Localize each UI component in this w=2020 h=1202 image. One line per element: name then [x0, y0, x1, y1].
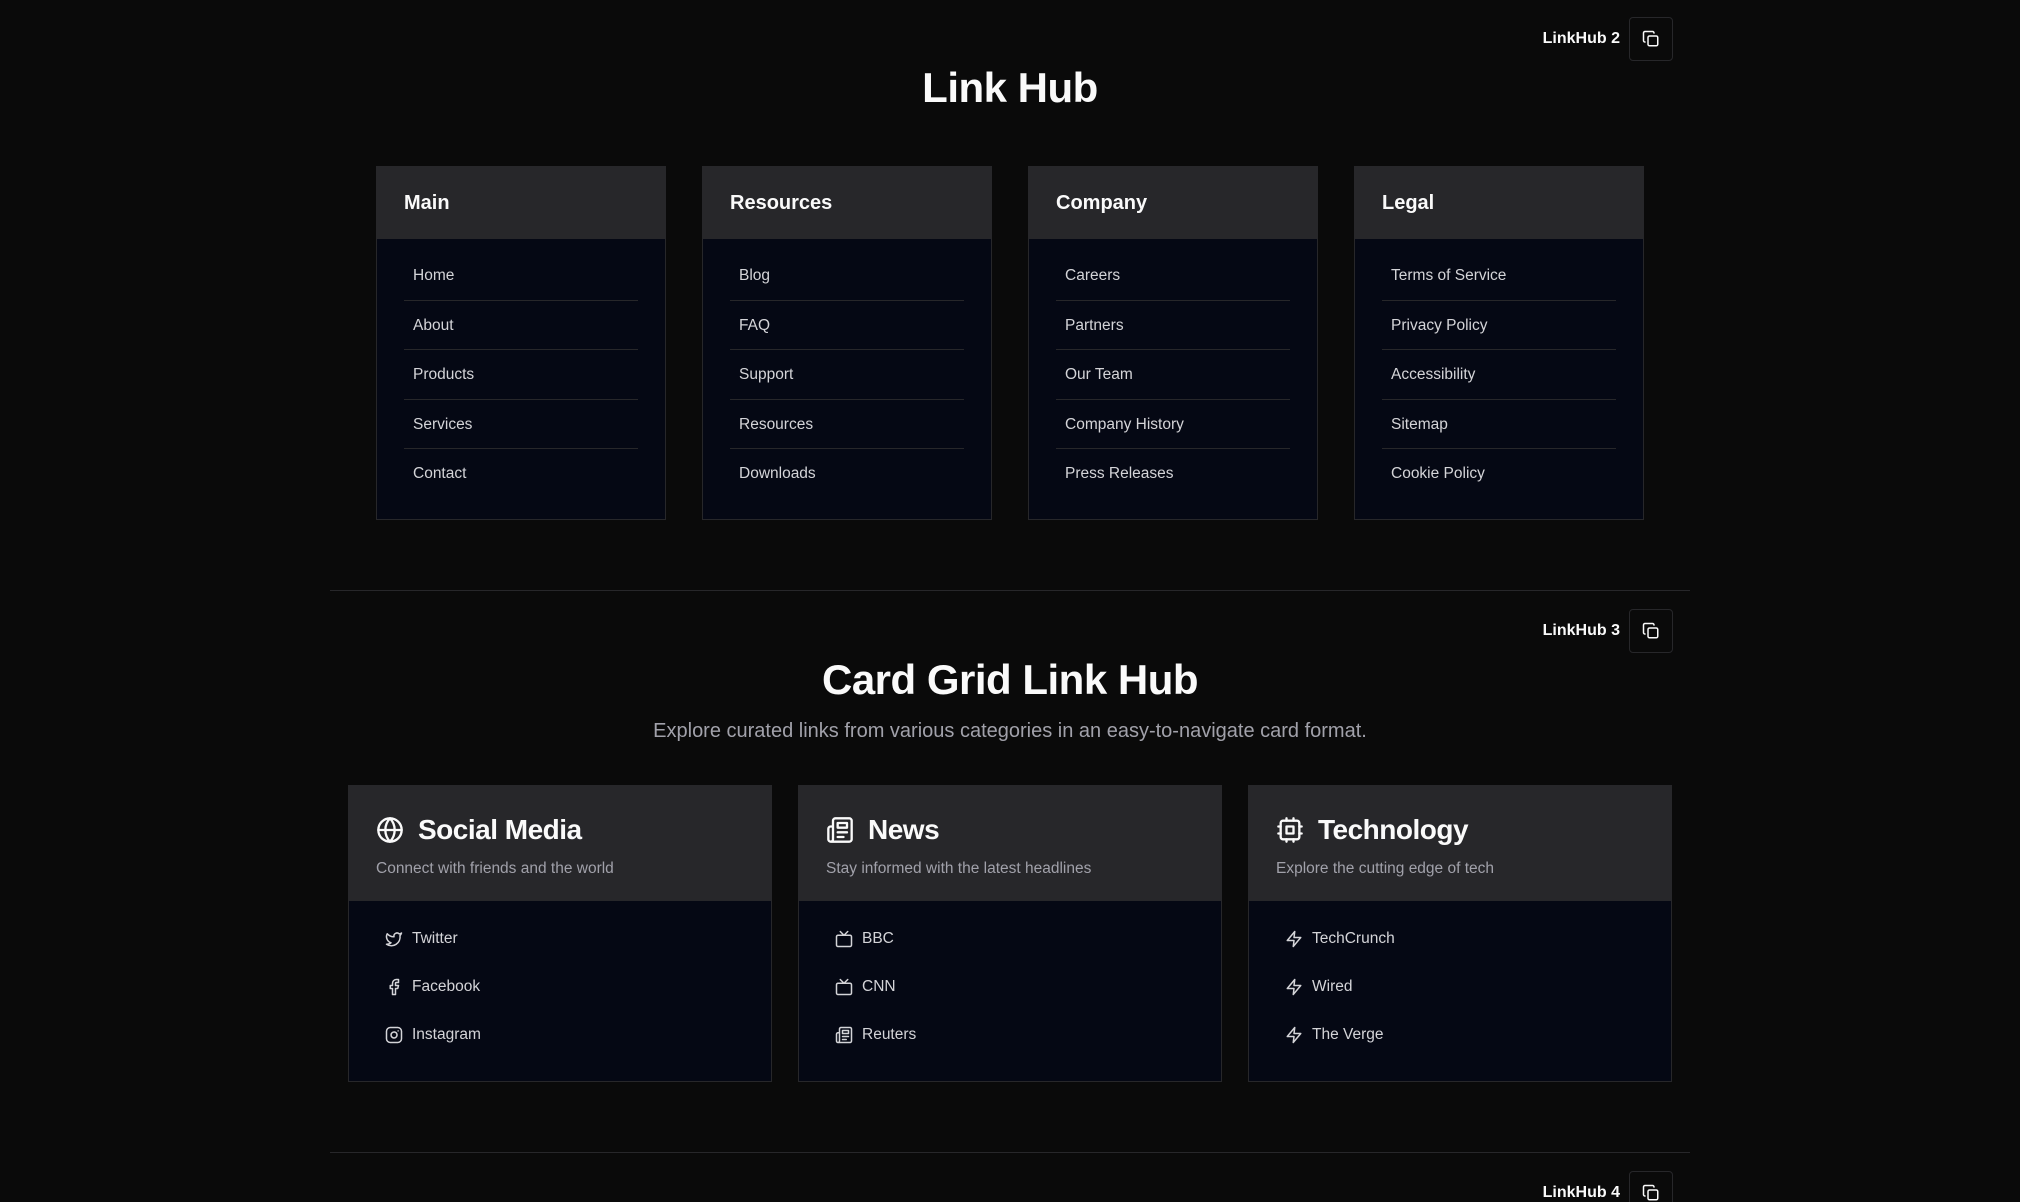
nav-link-downloads[interactable]: Downloads	[730, 449, 964, 499]
globe-icon	[376, 816, 404, 844]
link-label: CNN	[862, 978, 896, 995]
link-twitter[interactable]: Twitter	[385, 915, 735, 963]
nav-link-accessibility[interactable]: Accessibility	[1382, 350, 1616, 400]
link-label: Facebook	[412, 978, 481, 995]
nav-link-press-releases[interactable]: Press Releases	[1056, 449, 1290, 499]
instagram-icon	[385, 1026, 403, 1044]
column-heading: Legal	[1355, 167, 1643, 239]
nav-link-home[interactable]: Home	[404, 251, 638, 301]
copy-button[interactable]	[1629, 17, 1673, 61]
copy-icon	[1642, 622, 1659, 639]
section-divider	[330, 1152, 1690, 1153]
zap-icon	[1285, 978, 1303, 996]
copy-button[interactable]	[1629, 609, 1673, 653]
nav-link-terms[interactable]: Terms of Service	[1382, 251, 1616, 301]
link-column-legal: Legal Terms of Service Privacy Policy Ac…	[1354, 166, 1644, 520]
zap-icon	[1285, 930, 1303, 948]
link-column-resources: Resources Blog FAQ Support Resources Dow…	[702, 166, 992, 520]
link-label: Twitter	[412, 930, 458, 947]
link-label: Reuters	[862, 1026, 917, 1043]
nav-link-contact[interactable]: Contact	[404, 449, 638, 499]
tv-icon	[835, 930, 853, 948]
card-description: Stay informed with the latest headlines	[826, 860, 1092, 877]
link-cnn[interactable]: CNN	[835, 963, 1185, 1011]
facebook-icon	[385, 978, 403, 996]
link-columns: Main Home About Products Services Contac…	[376, 166, 1644, 520]
copy-icon	[1642, 1184, 1659, 1201]
link-label: BBC	[862, 930, 894, 947]
newspaper-icon	[835, 1026, 853, 1044]
cpu-icon	[1276, 816, 1304, 844]
page: LinkHub 2 Link Hub Main Home About Produ…	[0, 0, 2020, 1202]
nav-link-privacy[interactable]: Privacy Policy	[1382, 301, 1616, 350]
nav-link-sitemap[interactable]: Sitemap	[1382, 400, 1616, 449]
link-bbc[interactable]: BBC	[835, 915, 1185, 963]
nav-link-partners[interactable]: Partners	[1056, 301, 1290, 350]
link-instagram[interactable]: Instagram	[385, 1011, 735, 1059]
link-label: Instagram	[412, 1026, 481, 1043]
nav-link-faq[interactable]: FAQ	[730, 301, 964, 350]
card-title: News	[868, 814, 940, 845]
link-facebook[interactable]: Facebook	[385, 963, 735, 1011]
copy-button[interactable]	[1629, 1171, 1673, 1202]
twitter-icon	[385, 930, 403, 948]
nav-link-resources[interactable]: Resources	[730, 400, 964, 449]
link-column-company: Company Careers Partners Our Team Compan…	[1028, 166, 1318, 520]
section-subtitle: Explore curated links from various categ…	[653, 720, 1367, 742]
tv-icon	[835, 978, 853, 996]
column-heading: Main	[377, 167, 665, 239]
zap-icon	[1285, 1026, 1303, 1044]
link-label: The Verge	[1312, 1026, 1384, 1043]
section-tag-bar: LinkHub 2	[1543, 17, 1673, 61]
nav-link-products[interactable]: Products	[404, 350, 638, 400]
card-description: Connect with friends and the world	[376, 860, 614, 877]
card-description: Explore the cutting edge of tech	[1276, 860, 1495, 877]
nav-link-careers[interactable]: Careers	[1056, 251, 1290, 301]
link-label: TechCrunch	[1312, 930, 1395, 947]
link-techcrunch[interactable]: TechCrunch	[1285, 915, 1635, 963]
nav-link-services[interactable]: Services	[404, 400, 638, 449]
link-the-verge[interactable]: The Verge	[1285, 1011, 1635, 1059]
section-divider	[330, 590, 1690, 591]
nav-link-support[interactable]: Support	[730, 350, 964, 400]
nav-link-blog[interactable]: Blog	[730, 251, 964, 301]
nav-link-company-history[interactable]: Company History	[1056, 400, 1290, 449]
section-tag: LinkHub 3	[1542, 622, 1620, 639]
link-reuters[interactable]: Reuters	[835, 1011, 1185, 1059]
card-grid: Social Media Connect with friends and th…	[348, 785, 1672, 1082]
link-wired[interactable]: Wired	[1285, 963, 1635, 1011]
section-tag: LinkHub 2	[1542, 30, 1620, 47]
section-tag-bar: LinkHub 4	[1543, 1171, 1673, 1202]
nav-link-our-team[interactable]: Our Team	[1056, 350, 1290, 400]
column-heading: Company	[1029, 167, 1317, 239]
copy-icon	[1642, 30, 1659, 47]
card-social-media: Social Media Connect with friends and th…	[348, 785, 772, 1082]
card-technology: Technology Explore the cutting edge of t…	[1248, 785, 1672, 1082]
section-tag: LinkHub 4	[1542, 1184, 1620, 1201]
page-title: Link Hub	[922, 64, 1098, 111]
column-heading: Resources	[703, 167, 991, 239]
card-news: News Stay informed with the latest headl…	[798, 785, 1222, 1082]
section-tag-bar: LinkHub 3	[1543, 609, 1673, 653]
section-title: Card Grid Link Hub	[821, 656, 1199, 703]
link-column-main: Main Home About Products Services Contac…	[376, 166, 666, 520]
link-label: Wired	[1312, 978, 1353, 995]
card-title: Technology	[1318, 814, 1469, 845]
nav-link-about[interactable]: About	[404, 301, 638, 350]
newspaper-icon	[826, 816, 854, 844]
card-title: Social Media	[418, 814, 582, 845]
nav-link-cookie-policy[interactable]: Cookie Policy	[1382, 449, 1616, 499]
